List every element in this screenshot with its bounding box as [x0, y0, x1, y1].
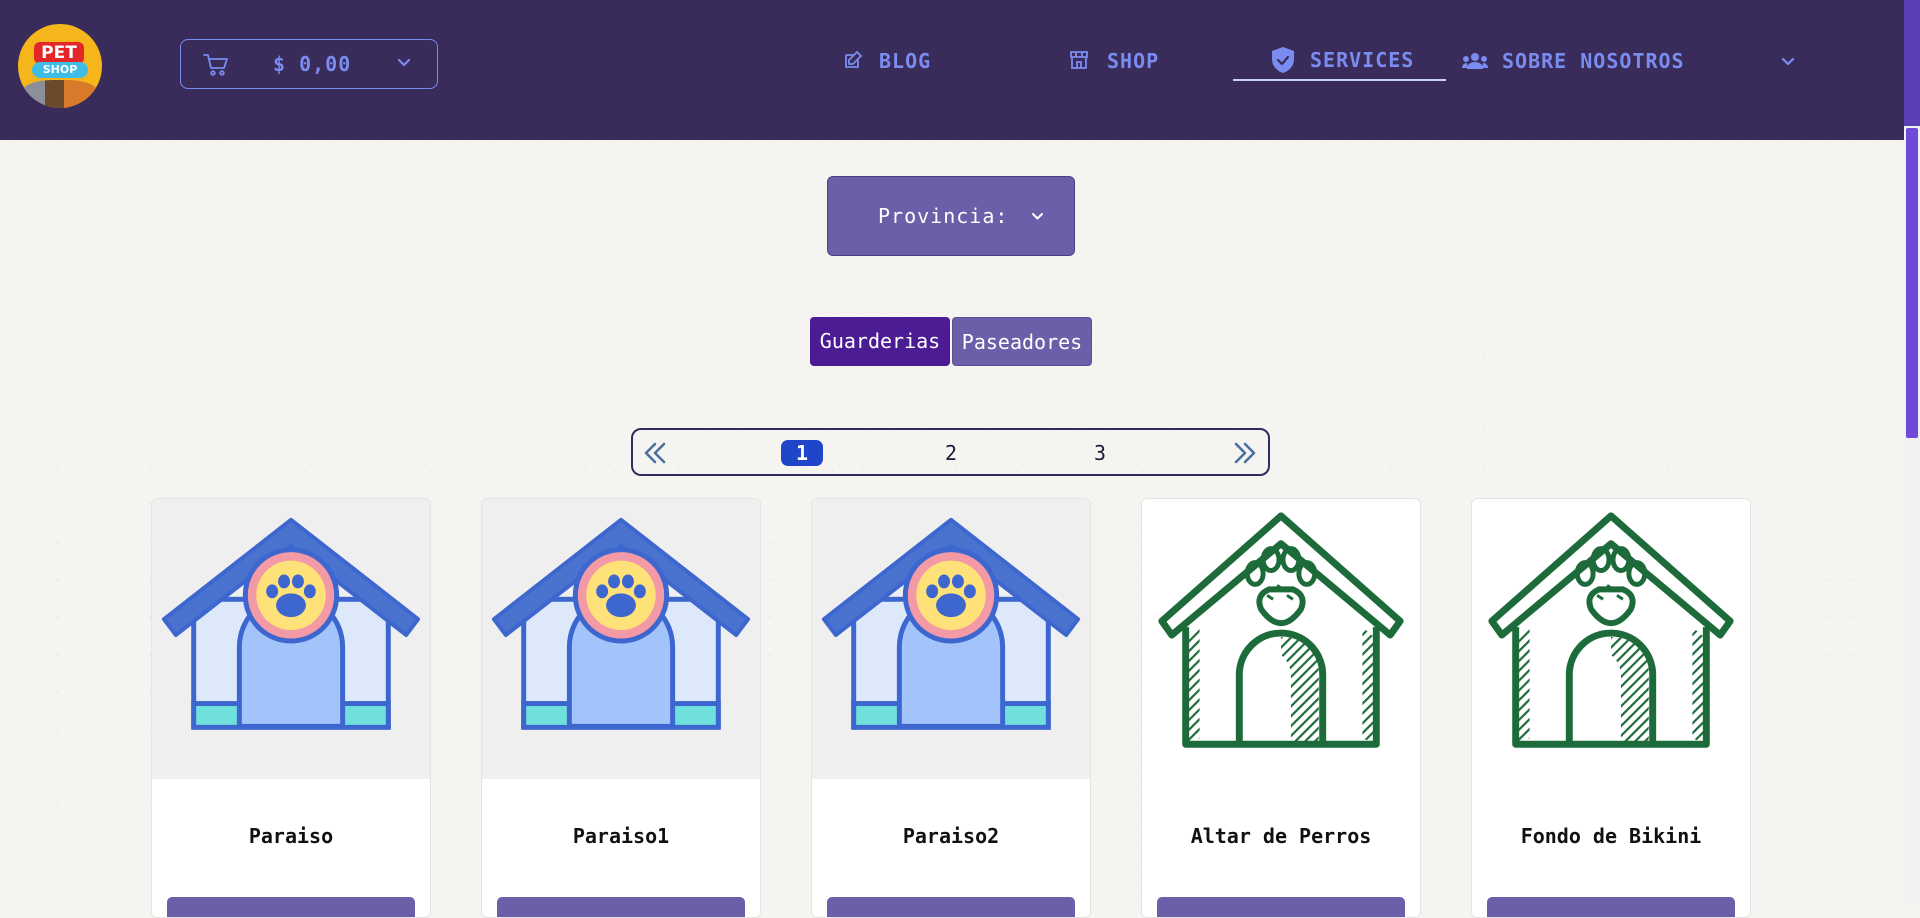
nav-blog-label: BLOG — [879, 49, 932, 73]
scrollbar-thumb[interactable] — [1906, 128, 1918, 438]
shield-icon — [1272, 47, 1294, 73]
chevron-down-icon — [1032, 213, 1043, 220]
pet-shop-logo[interactable]: PET SHOP — [18, 24, 102, 108]
card-button[interactable] — [167, 897, 415, 917]
doghouse-sketch-icon — [1472, 499, 1750, 779]
nav-shop-label: SHOP — [1107, 49, 1160, 73]
logo-pet-text: PET — [34, 42, 84, 64]
card-image — [812, 499, 1090, 779]
cart-icon — [203, 54, 228, 76]
card-image — [152, 499, 430, 779]
card-title: Paraiso2 — [902, 824, 1000, 848]
chevron-down-icon[interactable] — [1781, 57, 1795, 67]
tab-guarderias[interactable]: Guarderias — [810, 317, 950, 366]
card-title: Fondo de Bikini — [1520, 824, 1702, 848]
card-title: Altar de Perros — [1190, 824, 1372, 848]
pagination: 1 2 3 — [631, 428, 1270, 476]
doghouse-sketch-icon — [1142, 499, 1420, 779]
provincia-dropdown[interactable]: Provincia: — [827, 176, 1075, 256]
cart-total: $ 0,00 — [273, 52, 352, 76]
tab-paseadores[interactable]: Paseadores — [952, 317, 1092, 366]
scrollbar-top-region — [1904, 0, 1920, 126]
card-image — [1142, 499, 1420, 779]
nav-sobre-nosotros-label: SOBRE NOSOTROS — [1502, 49, 1685, 73]
cart-dropdown[interactable]: $ 0,00 — [180, 39, 438, 89]
users-icon — [1462, 53, 1488, 69]
page-2-button[interactable]: 2 — [930, 440, 972, 466]
nav-shop[interactable]: SHOP — [1069, 44, 1209, 78]
page-1-button[interactable]: 1 — [781, 440, 823, 466]
card-button[interactable] — [1487, 897, 1735, 917]
double-chevron-left-icon[interactable] — [642, 441, 668, 465]
service-card[interactable]: Paraiso — [151, 498, 431, 918]
page-3-button[interactable]: 3 — [1079, 440, 1121, 466]
chevron-down-icon — [397, 58, 411, 67]
nav-active-indicator — [1233, 79, 1446, 81]
doghouse-icon — [812, 499, 1090, 779]
logo-shop-text: SHOP — [32, 62, 88, 78]
nav-services[interactable]: SERVICES — [1270, 44, 1446, 78]
service-card[interactable]: Fondo de Bikini — [1471, 498, 1751, 918]
provincia-label: Provincia: — [878, 204, 1009, 228]
top-navbar: PET SHOP $ 0,00 BLOG SHOP SERVICES SOBRE… — [0, 0, 1904, 140]
service-card[interactable]: Paraiso2 — [811, 498, 1091, 918]
doghouse-icon — [152, 499, 430, 779]
store-icon — [1070, 51, 1088, 69]
nav-services-label: SERVICES — [1310, 48, 1415, 72]
card-button[interactable] — [827, 897, 1075, 917]
card-title: Paraiso — [248, 824, 334, 848]
edit-icon — [845, 50, 863, 68]
card-button[interactable] — [497, 897, 745, 917]
logo-pets-illustration — [22, 80, 98, 108]
card-image — [1472, 499, 1750, 779]
nav-blog[interactable]: BLOG — [843, 44, 983, 78]
card-image — [482, 499, 760, 779]
service-card[interactable]: Paraiso1 — [481, 498, 761, 918]
doghouse-icon — [482, 499, 760, 779]
service-card[interactable]: Altar de Perros — [1141, 498, 1421, 918]
nav-sobre-nosotros[interactable]: SOBRE NOSOTROS — [1462, 44, 1712, 78]
card-title: Paraiso1 — [572, 824, 670, 848]
card-button[interactable] — [1157, 897, 1405, 917]
page-scrollbar[interactable] — [1904, 0, 1920, 904]
double-chevron-right-icon[interactable] — [1232, 441, 1258, 465]
